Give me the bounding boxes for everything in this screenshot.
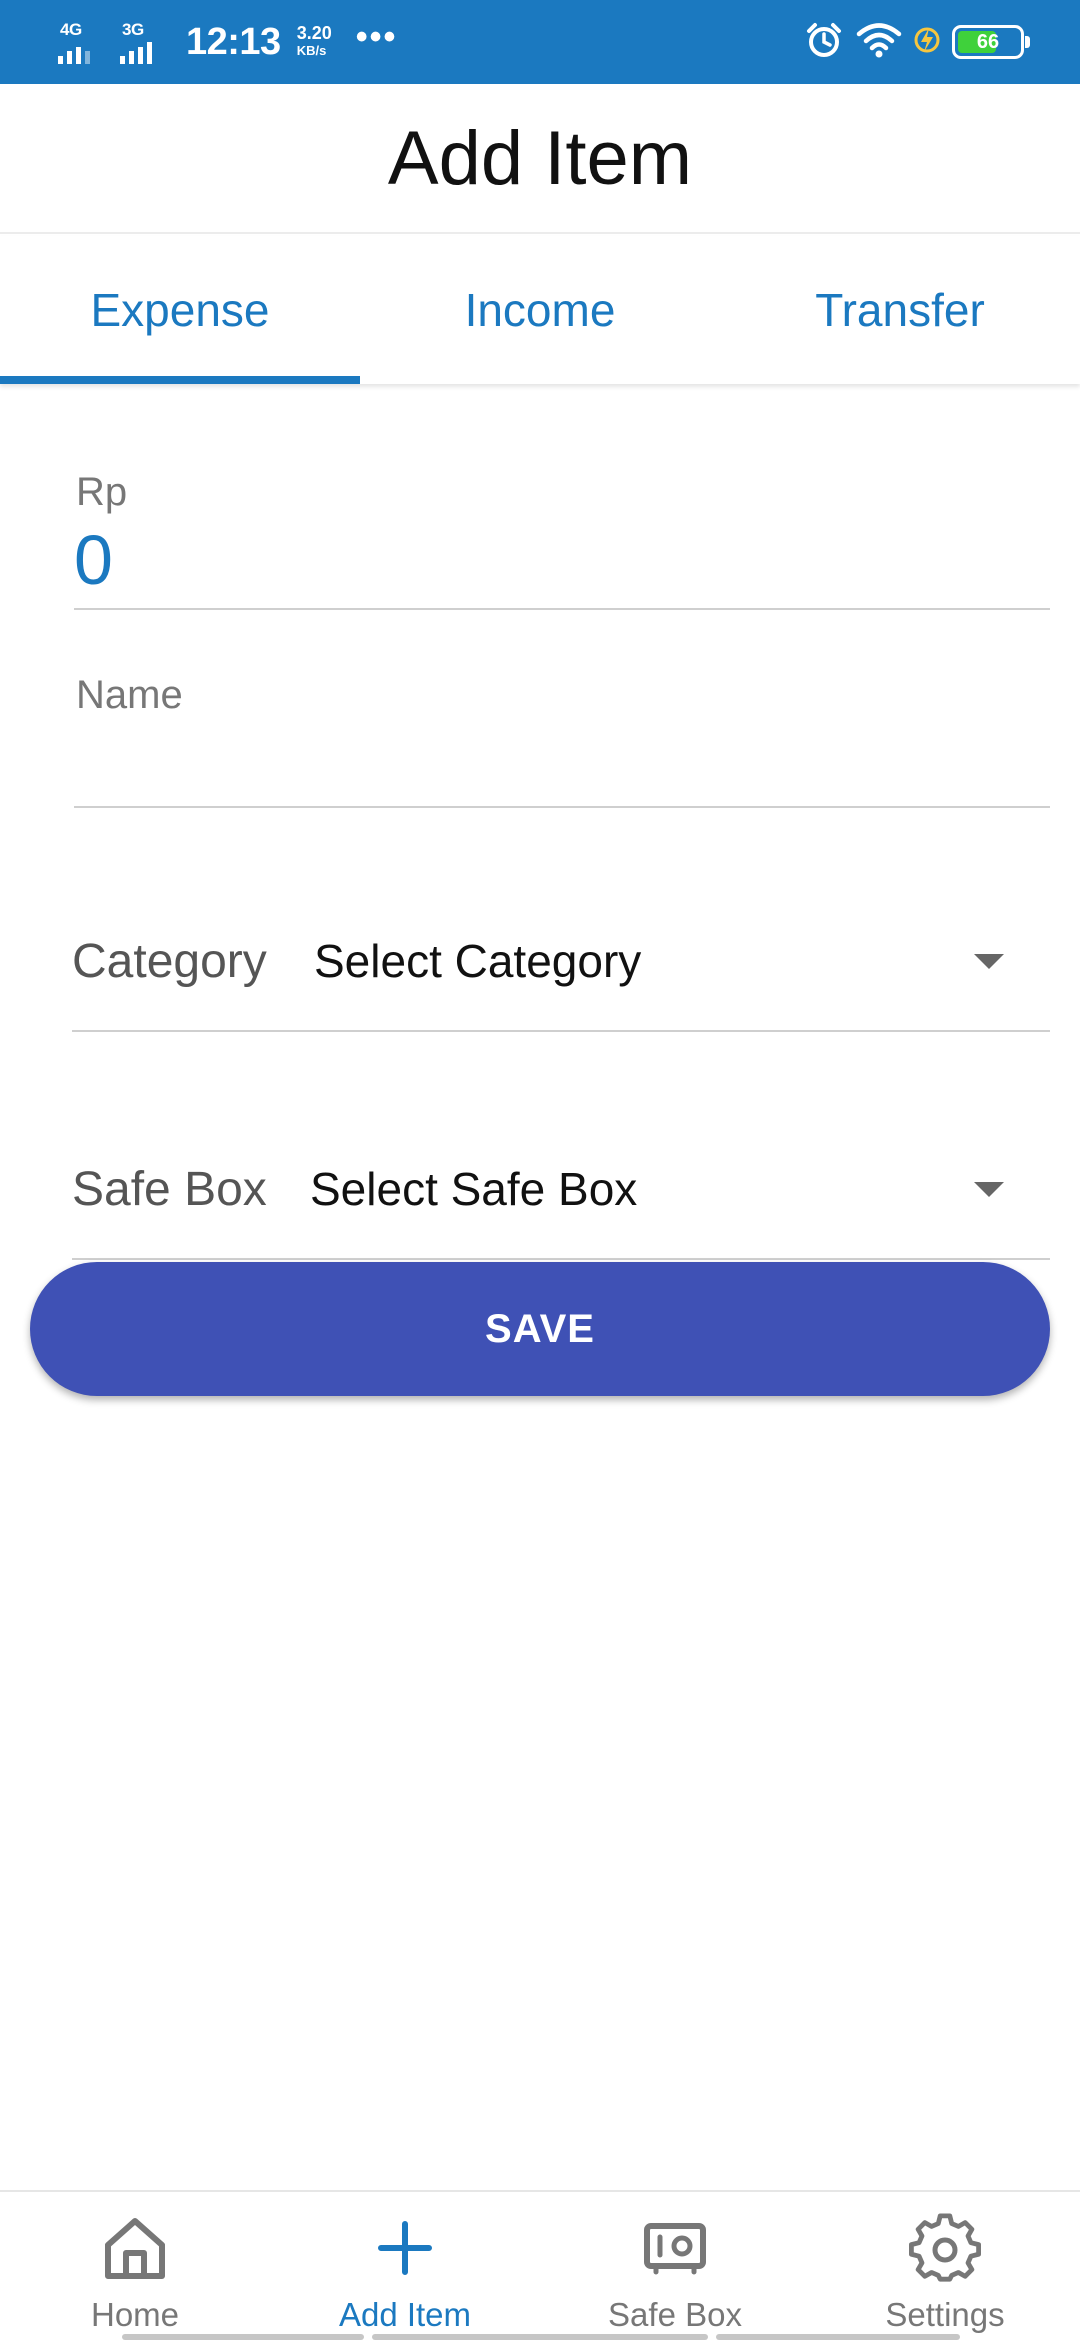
nav-item-safe-box[interactable]: Safe Box [540,2192,810,2340]
status-bar: 4G 3G 12:13 3.20 KB/s ••• 66 [0,0,1080,84]
dropdown-arrow-icon[interactable] [974,954,1004,969]
network-type-label: 4G [60,20,82,39]
network-speed: 3.20 KB/s [296,23,332,59]
nav-label-safe-box: Safe Box [608,2296,742,2333]
name-input[interactable] [74,650,1050,806]
nav-item-home[interactable]: Home [0,2192,270,2340]
tab-income[interactable]: Income [360,236,720,384]
type-tabs: Expense Income Transfer [0,236,1080,384]
safe-box-value[interactable]: Select Safe Box [310,1162,637,1216]
charging-icon [914,22,940,63]
dropdown-arrow-icon[interactable] [974,1182,1004,1197]
app-header: Add Item [0,84,1080,234]
tab-transfer[interactable]: Transfer [720,236,1080,384]
battery-icon: 66 [952,25,1030,59]
category-label: Category [72,934,267,988]
home-icon [97,2210,173,2286]
gesture-indicator [372,2334,708,2340]
bottom-navigation: Home Add Item Safe Box Settings [0,2190,1080,2340]
name-field [74,650,1050,808]
signal-icon: 4G [58,20,106,64]
amount-field[interactable]: Rp 0 [74,462,1050,610]
save-button[interactable]: SAVE [30,1262,1050,1396]
signal-icon-secondary: 3G [120,20,168,64]
plus-icon [367,2210,443,2286]
status-bar-right: 66 [804,0,1030,84]
nav-item-add-item[interactable]: Add Item [270,2192,540,2340]
battery-level: 66 [976,30,1000,53]
network-speed-value: 3.20 [296,23,332,43]
nav-label-settings: Settings [885,2296,1005,2333]
wifi-icon [856,20,902,65]
network-speed-unit: KB/s [296,43,327,58]
currency-label: Rp [76,470,128,514]
more-notifications-icon: ••• [355,17,398,56]
tab-expense[interactable]: Expense [0,236,360,384]
alarm-icon [804,20,844,65]
nav-label-home: Home [90,2296,180,2333]
amount-input[interactable]: 0 [74,520,113,600]
status-bar-left: 4G 3G 12:13 3.20 KB/s ••• [58,0,397,84]
safe-box-select[interactable]: Safe Box Select Safe Box [72,1120,1050,1260]
category-value[interactable]: Select Category [314,934,641,988]
battery-nub [1025,36,1030,48]
nav-item-settings[interactable]: Settings [810,2192,1080,2340]
safe-box-label: Safe Box [72,1162,267,1216]
nav-label-add-item: Add Item [338,2296,472,2333]
clock: 12:13 [186,20,281,63]
category-select[interactable]: Category Select Category [72,892,1050,1032]
page-title: Add Item [387,115,693,201]
gesture-indicator [716,2334,960,2340]
gear-icon [907,2210,983,2286]
network-type-label-secondary: 3G [122,20,144,39]
gesture-indicator [122,2334,364,2340]
safe-icon [637,2210,713,2286]
